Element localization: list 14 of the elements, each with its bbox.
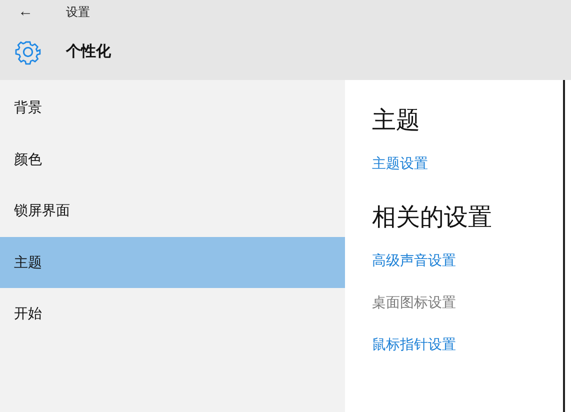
settings-icon: [15, 39, 41, 65]
back-button[interactable]: ←: [0, 0, 44, 24]
page-title: 个性化: [66, 42, 111, 62]
section-heading: 相关的设置: [372, 203, 493, 233]
settings-link[interactable]: 鼠标指针设置: [372, 334, 456, 354]
sidebar-item[interactable]: 开始: [0, 288, 345, 340]
section-heading: 主题: [372, 106, 421, 136]
sidebar-item[interactable]: 颜色: [0, 134, 345, 185]
sidebar-item[interactable]: 锁屏界面: [0, 185, 345, 236]
settings-link[interactable]: 高级声音设置: [372, 250, 456, 270]
sidebar-item[interactable]: 主题: [0, 236, 345, 288]
window-title: 设置: [66, 4, 90, 21]
sidebar-item[interactable]: 背景: [0, 82, 345, 134]
settings-link[interactable]: 主题设置: [372, 153, 428, 173]
